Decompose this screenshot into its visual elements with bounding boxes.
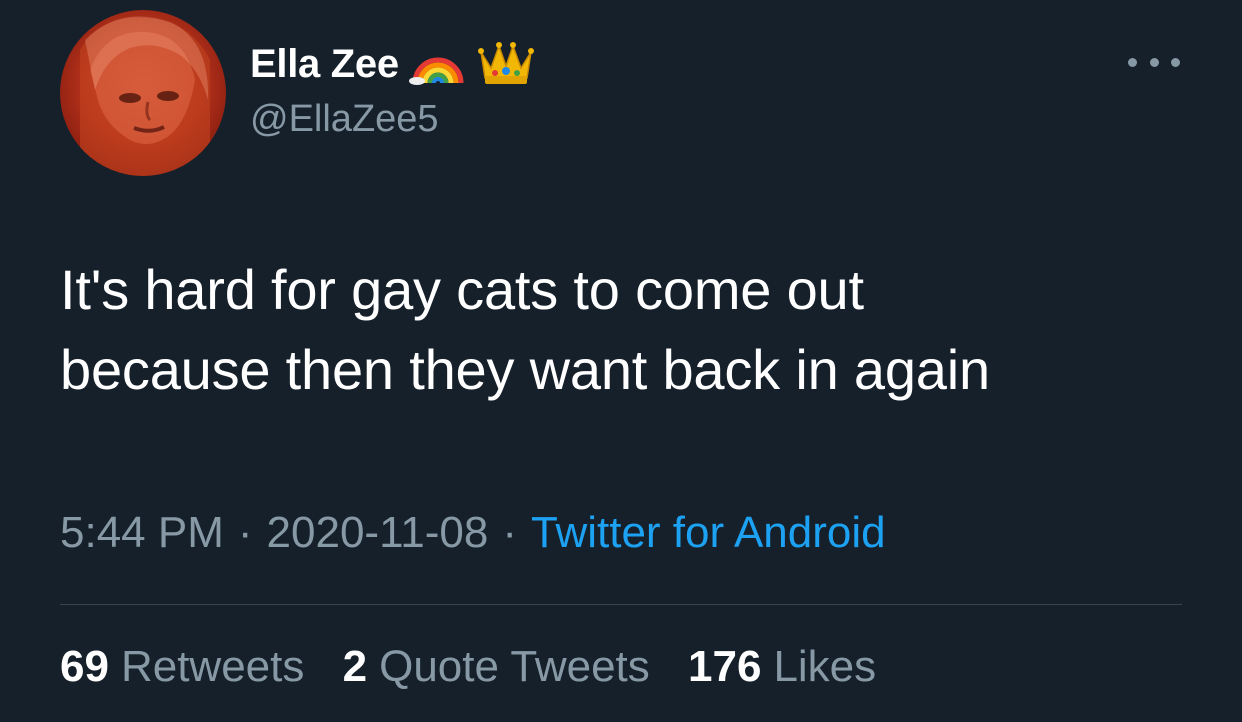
tweet-stats: 69 Retweets 2 Quote Tweets 176 Likes [60, 642, 902, 692]
tweet-meta: 5:44 PM · 2020-11-08 · Twitter for Android [60, 508, 886, 558]
tweet-time[interactable]: 5:44 PM [60, 508, 224, 557]
tweet-text-line-2: because then they want back in again [60, 338, 990, 401]
likes-stat[interactable]: 176 Likes [688, 642, 876, 692]
likes-count: 176 [688, 642, 762, 691]
retweets-stat[interactable]: 69 Retweets [60, 642, 304, 692]
tweet-text: It's hard for gay cats to come out becau… [60, 250, 1210, 410]
tweet-source-link[interactable]: Twitter for Android [531, 508, 886, 557]
likes-label: Likes [773, 642, 877, 691]
meta-separator: · [237, 508, 253, 557]
tweet-text-line-1: It's hard for gay cats to come out [60, 258, 864, 321]
user-handle[interactable]: @EllaZee5 [250, 98, 439, 141]
tweet-date[interactable]: 2020-11-08 [267, 508, 489, 557]
quote-tweets-count: 2 [342, 642, 368, 691]
crown-icon [477, 38, 535, 91]
divider [60, 604, 1182, 605]
more-options-icon[interactable] [1128, 52, 1180, 72]
display-name-row[interactable]: Ella Zee [250, 36, 535, 92]
quote-tweets-label: Quote Tweets [379, 642, 650, 691]
tweet-detail: Ella Zee @EllaZee5 It's hard for gay cat… [0, 0, 1242, 722]
avatar[interactable] [60, 10, 226, 176]
retweets-label: Retweets [120, 642, 305, 691]
rainbow-icon [408, 39, 467, 90]
quote-tweets-stat[interactable]: 2 Quote Tweets [343, 642, 650, 692]
avatar-photo [80, 16, 210, 176]
meta-separator: · [502, 508, 517, 557]
display-name[interactable]: Ella Zee [250, 42, 399, 87]
retweets-count: 69 [60, 642, 109, 691]
